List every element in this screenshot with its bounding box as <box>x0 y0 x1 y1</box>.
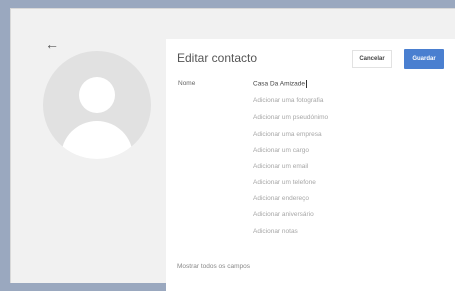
add-birthday-field[interactable]: Adicionar aniversário <box>253 211 314 218</box>
app-window: ← Editar contacto Cancelar Guardar Nome … <box>10 8 455 291</box>
cancel-button[interactable]: Cancelar <box>352 50 392 68</box>
add-phone-field[interactable]: Adicionar um telefone <box>253 179 316 186</box>
name-value: Casa Da Amizade <box>253 80 306 88</box>
text-caret <box>306 80 308 88</box>
name-input[interactable]: Casa Da Amizade <box>253 80 308 88</box>
avatar-shoulders <box>61 121 133 159</box>
edit-contact-card: Editar contacto Cancelar Guardar Nome Ca… <box>166 39 455 291</box>
name-label: Nome <box>178 80 196 87</box>
show-all-fields-link[interactable]: Mostrar todos os campos <box>177 263 250 270</box>
avatar-head <box>79 77 115 113</box>
add-job-title-field[interactable]: Adicionar um cargo <box>253 147 309 154</box>
add-notes-field[interactable]: Adicionar notas <box>253 228 298 235</box>
add-email-field[interactable]: Adicionar um email <box>253 163 308 170</box>
add-company-field[interactable]: Adicionar uma empresa <box>253 131 322 138</box>
add-address-field[interactable]: Adicionar endereço <box>253 195 309 202</box>
add-nickname-field[interactable]: Adicionar um pseudónimo <box>253 114 328 121</box>
add-photo-field[interactable]: Adicionar uma fotografia <box>253 97 323 104</box>
avatar[interactable] <box>43 51 151 159</box>
page-title: Editar contacto <box>177 51 258 65</box>
back-arrow-icon[interactable]: ← <box>45 37 59 51</box>
save-button[interactable]: Guardar <box>404 49 444 69</box>
